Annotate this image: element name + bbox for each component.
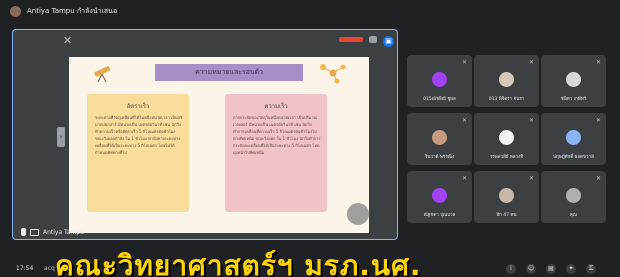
velocity-body: การกระจัดของวัตถุในหนึ่งหน่วยเวลา เป็นปร… <box>233 115 321 155</box>
presenting-caption: Antiya Tampu กำลังนำเสนอ <box>27 6 118 15</box>
chat-icon[interactable]: ▤ <box>546 264 556 274</box>
participant-name: ณัฐชดา ปุณบวล <box>423 213 456 218</box>
velocity-heading: ความเร็ว <box>264 103 288 110</box>
mic-off-icon: ✕ <box>595 117 601 124</box>
participant-avatar <box>566 72 581 87</box>
slide-decoration <box>347 203 369 225</box>
participant-name: จินวาดี พรรณิ่ง <box>424 155 455 160</box>
participant-name: 015ณัชธิณี ชูผล <box>423 97 456 102</box>
participant-avatar <box>499 130 514 145</box>
participant-tile[interactable]: ✕ คุณ <box>541 171 606 223</box>
telescope-icon <box>94 66 111 83</box>
participant-avatar <box>432 188 447 203</box>
participant-avatar <box>566 130 581 145</box>
speed-card: อัตราเร็ว ระยะทางที่วัตถุเคลื่อนที่ได้ใน… <box>87 94 189 212</box>
presentation-stage[interactable]: ✕ ▣ › ความหมายและรอบตัว อัตราเร็ว ระยะทา… <box>12 29 398 240</box>
people-icon[interactable]: ☺ <box>526 264 536 274</box>
lock-icon[interactable]: ⚿ <box>586 264 596 274</box>
mic-off-icon: ✕ <box>528 117 534 124</box>
participant-name: วรพลวลีย์ หลวงทิ <box>489 155 524 160</box>
screen-share-icon <box>30 228 39 236</box>
slide: ความหมายและรอบตัว อัตราเร็ว ระยะทางที่วั… <box>69 57 369 233</box>
molecule-icon <box>320 64 346 84</box>
speed-heading: อัตราเร็ว <box>126 103 150 110</box>
mic-off-icon: ✕ <box>461 117 467 124</box>
participant-name: ชนิดา เกษีทวี <box>560 97 587 102</box>
participant-avatar <box>432 72 447 87</box>
presenter-label: Antiya Tampu <box>21 228 84 236</box>
participant-tile[interactable]: ✕ ปฤษฎีศักดิ์ ยอดขวาลี <box>541 113 606 165</box>
participant-avatar <box>499 188 514 203</box>
presenter-name: Antiya Tampu <box>43 228 84 236</box>
mic-off-icon: ✕ <box>595 175 601 182</box>
participant-name: 013 พิจิตรา จันรา <box>488 97 525 102</box>
clock: 17:54 <box>16 265 34 272</box>
mic-off-icon: ✕ <box>528 59 534 66</box>
close-icon[interactable]: ✕ <box>63 35 72 46</box>
top-bar: Antiya Tampu กำลังนำเสนอ <box>0 0 620 22</box>
pin-icon[interactable]: ▣ <box>383 36 394 47</box>
velocity-card: ความเร็ว การกระจัดของวัตถุในหนึ่งหน่วยเว… <box>225 94 327 212</box>
participant-name: คุณ <box>569 213 578 218</box>
activities-icon[interactable]: ✦ <box>566 264 576 274</box>
presenter-avatar <box>10 5 21 17</box>
participant-tile[interactable]: ✕ 015ณัชธิณี ชูผล <box>407 55 472 107</box>
mic-off-icon: ✕ <box>595 59 601 66</box>
collapse-arrow-icon[interactable]: › <box>57 127 65 147</box>
participant-name: อีก 47 คน <box>496 213 517 218</box>
participant-tile[interactable]: ✕ 013 พิจิตรา จันรา <box>474 55 539 107</box>
recording-badge <box>339 37 363 42</box>
participant-avatar <box>566 188 581 203</box>
screen-chip-icon <box>369 36 377 43</box>
mic-icon <box>21 228 26 236</box>
participant-avatar <box>499 72 514 87</box>
participant-tile[interactable]: ✕ ชนิดา เกษีทวี <box>541 55 606 107</box>
mic-off-icon: ✕ <box>461 175 467 182</box>
mic-off-icon: ✕ <box>528 175 534 182</box>
participant-tile[interactable]: ✕ จินวาดี พรรณิ่ง <box>407 113 472 165</box>
participant-name: ปฤษฎีศักดิ์ ยอดขวาลี <box>553 155 594 160</box>
mic-off-icon: ✕ <box>461 59 467 66</box>
meeting-code: acq <box>44 265 55 272</box>
slide-title: ความหมายและรอบตัว <box>195 68 263 76</box>
participant-tile[interactable]: ✕ ณัฐชดา ปุณบวล <box>407 171 472 223</box>
participant-tile[interactable]: ✕ อีก 47 คน <box>474 171 539 223</box>
participant-tile[interactable]: ✕ วรพลวลีย์ หลวงทิ <box>474 113 539 165</box>
info-icon[interactable]: i <box>506 264 516 274</box>
participant-avatar <box>432 130 447 145</box>
speed-body: ระยะทางที่วัตถุเคลื่อนที่ได้ในหนึ่งหน่วย… <box>95 115 183 155</box>
faculty-overlay: คณะวิทยาศาสตร์ฯ มรภ.นศ. <box>55 249 422 277</box>
